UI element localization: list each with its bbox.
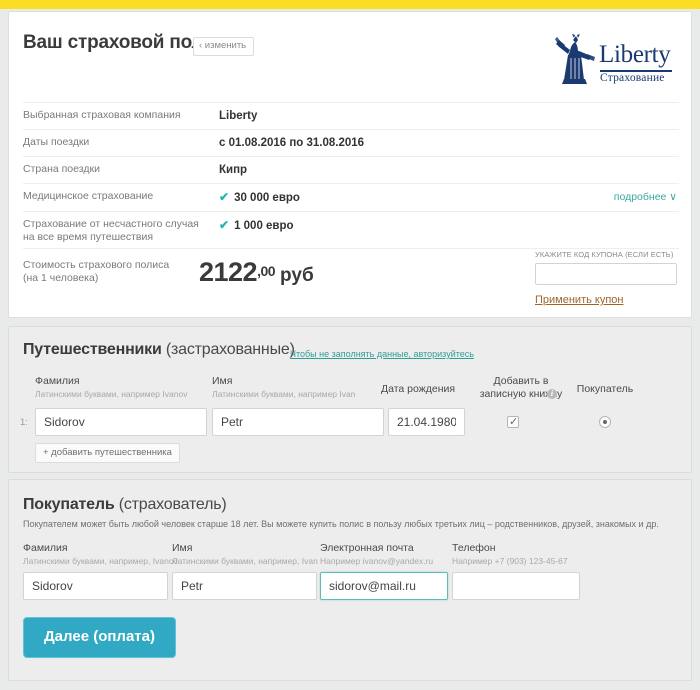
buyer-name-input[interactable] [172,572,317,600]
price-label-line1: Стоимость страхового полиса [23,259,170,271]
traveler-name-input[interactable] [212,408,384,436]
apply-coupon-link[interactable]: Применить купон [535,294,623,306]
submit-payment-button[interactable]: Далее (оплата) [23,617,176,658]
column-header-address-book: Добавить в записную книжку [471,375,571,401]
buyer-surname-input[interactable] [23,572,168,600]
table-row: Страна поездки Кипр [23,156,679,183]
checkmark-icon: ✔ [219,190,230,204]
add-traveler-button[interactable]: + добавить путешественника [35,443,180,463]
travelers-heading: Путешественники (застрахованные) [23,341,295,359]
travelers-heading-light: (застрахованные) [161,341,295,358]
field-title: Фамилия [23,542,68,554]
field-title: Телефон [452,542,496,554]
column-hint: Латинскими буквами, например Ivanov [35,389,188,399]
buyer-description: Покупателем может быть любой человек ста… [23,519,659,529]
table-row: Выбранная страховая компания Liberty [23,102,679,129]
row-label: Медицинское страхование [23,190,154,202]
field-hint: Например +7 (903) 123-45-67 [452,556,568,566]
row-value-wrap: ✔ 1 000 евро [219,218,679,234]
field-header-surname: Фамилия Латинскими буквами, например, Iv… [23,542,183,567]
liberty-logo: Liberty Страхование [551,34,673,92]
address-book-checkbox[interactable]: ✓ [507,416,519,428]
buyer-radio[interactable] [599,416,611,428]
buyer-heading-light: (страхователь) [114,496,227,513]
buyer-heading-bold: Покупатель [23,496,115,513]
price-label: Стоимость страхового полиса (на 1 челове… [23,259,193,285]
more-details-link[interactable]: подробнее ∨ [614,191,677,203]
column-title-line1: Добавить в [493,375,549,387]
column-header-surname: Фамилия Латинскими буквами, например Iva… [35,375,205,400]
coupon-caption: Укажите код купона (если есть) [535,250,674,259]
row-label: Страна поездки [23,163,100,175]
price-label-line2: (на 1 человека) [23,272,99,284]
price-currency: руб [280,265,314,286]
buyer-email-input[interactable] [320,572,448,600]
field-header-name: Имя Латинскими буквами, например, Ivan [172,542,332,567]
travelers-heading-bold: Путешественники [23,341,162,358]
row-label: Страхование от несчастного случая на все… [23,218,199,243]
row-value: с 01.08.2016 по 31.08.2016 [219,137,365,149]
statue-of-liberty-icon [551,34,597,93]
field-hint: Латинскими буквами, например, Ivanov [23,556,178,566]
row-value: Liberty [219,110,258,122]
column-title: Имя [212,375,233,387]
column-header-name: Имя Латинскими буквами, например Ivan [212,375,382,400]
row-value: 1 000 евро [234,220,294,232]
column-title: Фамилия [35,375,80,387]
change-policy-button[interactable]: ‹ изменить [193,37,255,56]
buyer-panel: Покупатель (страхователь) Покупателем мо… [8,479,692,681]
column-title: Дата рождения [381,383,456,395]
field-title: Имя [172,542,193,554]
column-hint: Латинскими буквами, например Ivan [212,389,356,399]
price-integer: 2122 [199,257,258,287]
travelers-panel: Путешественники (застрахованные) Чтобы н… [8,326,692,473]
table-row: Страхование от несчастного случая на все… [23,211,679,248]
row-value: 30 000 евро [234,192,300,204]
checkmark-icon: ✔ [219,218,230,232]
column-title: Покупатель [576,383,634,395]
field-hint: Латинскими буквами, например, Ivan [172,556,318,566]
radio-dot-icon [603,420,607,424]
row-value-wrap: ✔ 30 000 евро [219,190,679,206]
traveler-birthdate-input[interactable] [388,408,465,436]
logo-subtitle: Страхование [600,72,665,84]
top-accent-bar [0,0,700,9]
logo-wordmark: Liberty [599,41,671,68]
info-icon[interactable]: i [547,389,557,399]
row-label: Выбранная страховая компания [23,109,181,121]
column-header-birthdate: Дата рождения [381,383,471,396]
coupon-block: Укажите код купона (если есть) Применить… [535,250,677,308]
page-root: Ваш страховой полис ‹ изменить Liberty С… [0,0,700,690]
policy-summary-panel: Ваш страховой полис ‹ изменить Liberty С… [8,11,692,318]
buyer-heading: Покупатель (страхователь) [23,496,227,514]
field-header-phone: Телефон Например +7 (903) 123-45-67 [452,542,622,567]
row-index: 1: [20,417,28,428]
checkmark-icon: ✓ [509,416,519,428]
authorize-link[interactable]: Чтобы не заполнять данные, авторизуйтесь [290,349,474,359]
buyer-phone-input[interactable] [452,572,580,600]
traveler-surname-input[interactable] [35,408,207,436]
table-row: Даты поездки с 01.08.2016 по 31.08.2016 [23,129,679,156]
row-value: Кипр [219,164,248,176]
price-decimal: ,00 [257,263,276,279]
coupon-input[interactable] [535,263,677,285]
column-header-buyer: Покупатель [561,383,649,396]
row-label: Даты поездки [23,136,90,148]
policy-detail-rows: Выбранная страховая компания Liberty Дат… [23,102,679,248]
table-row: Медицинское страхование ✔ 30 000 евро под… [23,183,679,211]
